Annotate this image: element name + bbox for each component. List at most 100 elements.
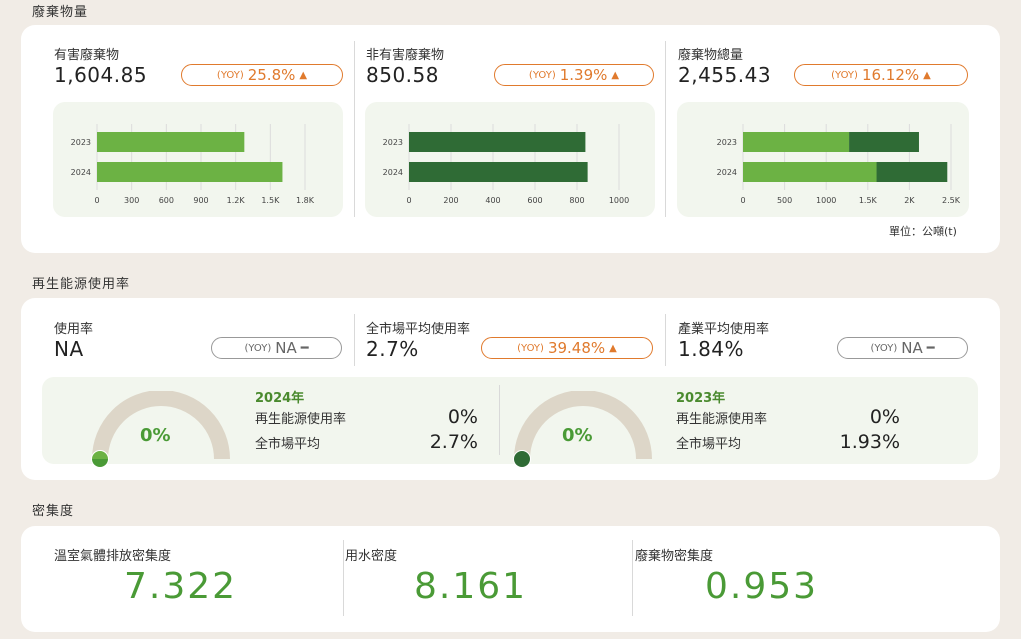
hazardous-waste-chart: 0 300 600 900 1.2K 1.5K 1.8K 2023 2024	[53, 102, 343, 217]
gauge-2023-percent: 0%	[562, 425, 593, 446]
bar-2023	[743, 132, 850, 152]
y-category-label: 2024	[71, 168, 91, 177]
divider	[343, 540, 344, 616]
total-waste-stacked-bar-chart: 0 500 1000 1.5K 2K 2.5K 2023 2024	[717, 124, 961, 205]
hazardous-waste-label: 有害廢棄物	[54, 48, 120, 63]
hazardous-waste-bar-chart: 0 300 600 900 1.2K 1.5K 1.8K 2023 2024	[71, 124, 315, 205]
x-tick-label: 0	[740, 196, 745, 205]
y-category-label: 2024	[383, 168, 403, 177]
industry-avg-yoy-badge: (YOY) NA ━	[837, 337, 968, 359]
market-avg-usage-value: 2.7%	[366, 337, 419, 361]
hazardous-waste-value: 1,604.85	[54, 63, 148, 87]
usage-rate-value: NA	[54, 337, 84, 361]
yoy-value: NA	[901, 339, 923, 357]
renewable-usage-value: 0%	[447, 406, 478, 428]
yoy-value: 25.8%	[247, 66, 296, 84]
x-tick-label: 2K	[904, 196, 915, 205]
renewable-usage-value: 0%	[869, 406, 900, 428]
x-tick-label: 1.5K	[859, 196, 878, 205]
yoy-tag: (YOY)	[244, 342, 272, 354]
y-category-label: 2023	[383, 138, 403, 147]
x-tick-label: 900	[193, 196, 208, 205]
water-intensity-label: 用水密度	[345, 549, 398, 564]
hazardous-yoy-badge: (YOY) 25.8% ▲	[181, 64, 343, 86]
total-waste-value: 2,455.43	[678, 63, 772, 87]
non-hazardous-waste-label: 非有害廢棄物	[366, 48, 445, 63]
x-tick-label: 1.5K	[261, 196, 280, 205]
non-hazardous-waste-value: 850.58	[366, 63, 439, 87]
bar-2023	[849, 132, 919, 152]
divider	[665, 314, 666, 366]
gauge-2024-percent: 0%	[140, 425, 171, 446]
yoy-tag: (YOY)	[216, 69, 244, 81]
flat-trend-icon: ━	[926, 340, 935, 356]
unit-label: 單位：公噸(t)	[889, 225, 957, 238]
market-avg-value: 1.93%	[839, 431, 900, 453]
divider	[354, 314, 355, 366]
y-category-label: 2023	[71, 138, 91, 147]
bar-2024	[97, 162, 283, 182]
water-intensity-value: 8.161	[414, 566, 528, 607]
x-tick-label: 1.8K	[296, 196, 315, 205]
market-avg-usage-label: 全市場平均使用率	[366, 322, 471, 337]
total-waste-yoy-badge: (YOY) 16.12% ▲	[794, 64, 968, 86]
bar-2023	[409, 132, 586, 152]
waste-section-title: 廢棄物量	[32, 5, 89, 20]
bar-2023	[97, 132, 245, 152]
renewable-card: 使用率 NA (YOY) NA ━ 全市場平均使用率 2.7% (YOY) 39…	[21, 298, 1000, 480]
total-waste-label: 廢棄物總量	[678, 48, 744, 63]
ghg-intensity-value: 7.322	[124, 566, 238, 607]
yoy-value: 16.12%	[861, 66, 920, 84]
x-tick-label: 200	[443, 196, 458, 205]
industry-avg-usage-label: 產業平均使用率	[678, 322, 770, 337]
bar-2024	[409, 162, 588, 182]
y-category-label: 2024	[717, 168, 737, 177]
x-tick-label: 2.5K	[942, 196, 961, 205]
trend-up-icon: ▲	[299, 69, 308, 81]
trend-up-icon: ▲	[923, 69, 931, 81]
industry-avg-usage-value: 1.84%	[678, 337, 745, 361]
yoy-value: 39.48%	[547, 339, 606, 357]
yoy-tag: (YOY)	[517, 342, 544, 354]
x-tick-label: 0	[94, 196, 99, 205]
trend-up-icon: ▲	[609, 342, 617, 354]
market-avg-yoy-badge: (YOY) 39.48% ▲	[481, 337, 653, 359]
density-card: 溫室氣體排放密集度 7.322 用水密度 8.161 廢棄物密集度 0.953	[21, 526, 1000, 632]
x-tick-label: 500	[777, 196, 792, 205]
renewable-usage-label: 再生能源使用率	[676, 412, 768, 427]
waste-intensity-value: 0.953	[705, 566, 819, 607]
divider	[632, 540, 633, 616]
year-2024-label: 2024年	[255, 391, 305, 406]
x-tick-label: 1000	[609, 196, 629, 205]
usage-rate-label: 使用率	[54, 322, 94, 337]
yoy-tag: (YOY)	[528, 69, 556, 81]
renewable-usage-label: 再生能源使用率	[255, 412, 347, 427]
x-tick-label: 600	[159, 196, 174, 205]
x-tick-label: 800	[569, 196, 584, 205]
x-tick-label: 1.2K	[227, 196, 246, 205]
bar-2024	[743, 162, 877, 182]
x-tick-label: 1000	[816, 196, 836, 205]
x-tick-label: 600	[527, 196, 542, 205]
year-2023-label: 2023年	[676, 391, 726, 406]
waste-intensity-label: 廢棄物密集度	[635, 549, 714, 564]
y-category-label: 2023	[717, 138, 737, 147]
trend-up-icon: ▲	[611, 69, 620, 81]
market-avg-value: 2.7%	[429, 431, 478, 453]
divider	[354, 41, 355, 217]
bar-2024	[876, 162, 948, 182]
waste-card: 有害廢棄物 1,604.85 (YOY) 25.8% ▲ 非有害廢棄物 850.…	[21, 25, 1000, 253]
x-tick-label: 400	[485, 196, 500, 205]
non-hazardous-waste-bar-chart: 0 200 400 600 800 1000 2023 2024	[383, 124, 629, 205]
market-avg-label: 全市場平均	[255, 437, 321, 452]
x-tick-label: 0	[406, 196, 411, 205]
renewable-section-title: 再生能源使用率	[32, 277, 131, 292]
market-avg-label: 全市場平均	[676, 437, 742, 452]
yoy-tag: (YOY)	[831, 69, 858, 81]
yoy-value: NA	[275, 339, 297, 357]
renewable-yearly-panel: 0% 2024年 再生能源使用率 0% 全市場平均 2.7% 0% 2023年 …	[42, 377, 978, 467]
yoy-value: 1.39%	[559, 66, 608, 84]
divider	[499, 385, 500, 455]
yoy-tag: (YOY)	[870, 342, 898, 354]
density-section-title: 密集度	[32, 504, 75, 519]
